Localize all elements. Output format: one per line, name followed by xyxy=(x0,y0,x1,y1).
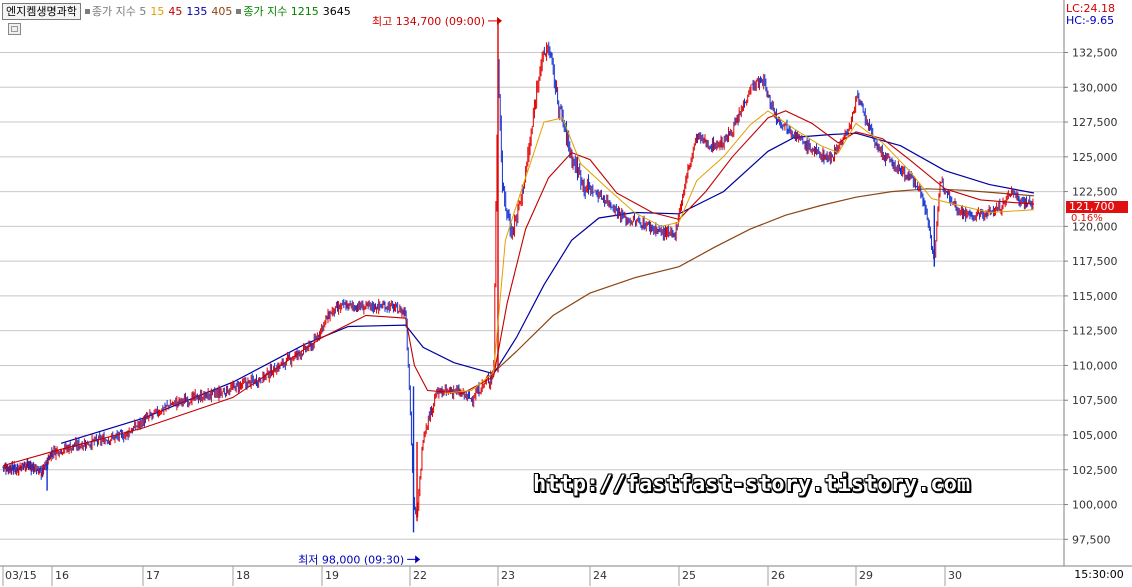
ma2-legend: 종가 지수 1215 xyxy=(236,3,319,19)
watermark-text: http://fastfast-story.tistory.com xyxy=(533,472,971,497)
legend-square-icon xyxy=(84,8,90,14)
x-tick-label: 25 xyxy=(682,569,696,582)
y-tick-label: 97,500 xyxy=(1072,533,1111,546)
high-annotation: 최고 134,700 (09:00) xyxy=(372,15,485,28)
ma-legend: 종가 지수 5 xyxy=(84,3,147,19)
x-tick-label: 23 xyxy=(501,569,515,582)
y-tick-label: 102,500 xyxy=(1072,464,1118,477)
x-tick-label: 19 xyxy=(325,569,339,582)
x-tick-label: 17 xyxy=(146,569,160,582)
y-tick-label: 115,000 xyxy=(1072,290,1118,303)
ma45-legend: 45 xyxy=(168,4,183,18)
chart-legend: 엔지켐생명과학 종가 지수 5 15 45 135 405 종가 지수 1215… xyxy=(2,2,351,20)
legend-square-icon xyxy=(236,8,242,14)
ma405-legend: 405 xyxy=(211,4,233,18)
y-tick-label: 130,000 xyxy=(1072,81,1118,94)
x-tick-label: 29 xyxy=(859,569,873,582)
ma15-legend: 15 xyxy=(150,4,165,18)
y-tick-label: 110,000 xyxy=(1072,359,1118,372)
y-tick-label: 127,500 xyxy=(1072,116,1118,129)
x-tick-label: 22 xyxy=(413,569,427,582)
ma-label: 종가 지수 5 xyxy=(91,5,147,18)
stock-chart[interactable]: 최고 134,700 (09:00) 최저 98,000 (09:30) 132,… xyxy=(0,0,1132,587)
y-tick-label: 132,500 xyxy=(1072,47,1118,60)
y-tick-label: 122,500 xyxy=(1072,186,1118,199)
chart-background xyxy=(0,0,1132,587)
stock-name[interactable]: 엔지켐생명과학 xyxy=(2,2,81,20)
y-tick-label: 105,000 xyxy=(1072,429,1118,442)
time-label: 15:30:00 xyxy=(1074,568,1124,581)
x-tick-label: 16 xyxy=(55,569,69,582)
hc-value: HC:-9.65 xyxy=(1066,14,1115,27)
y-tick-label: 107,500 xyxy=(1072,394,1118,407)
lc-hc-indicator: LC:24.18 HC:-9.65 xyxy=(1066,3,1115,27)
x-tick-label: 18 xyxy=(236,569,250,582)
x-tick-label: 26 xyxy=(771,569,785,582)
chart-toggle-button[interactable] xyxy=(8,23,21,35)
change-percent: 0.16% xyxy=(1071,213,1103,224)
x-tick-label: 03/15 xyxy=(5,569,37,582)
x-tick-label: 30 xyxy=(948,569,962,582)
current-price-tag: 121,700 xyxy=(1066,201,1128,213)
y-tick-label: 100,000 xyxy=(1072,499,1118,512)
ma2-value: 3645 xyxy=(322,4,351,18)
low-annotation: 최저 98,000 (09:30) xyxy=(298,553,404,566)
y-tick-label: 112,500 xyxy=(1072,325,1118,338)
ma135-legend: 135 xyxy=(186,4,208,18)
y-tick-label: 125,000 xyxy=(1072,151,1118,164)
y-tick-label: 117,500 xyxy=(1072,255,1118,268)
ma2-label: 종가 지수 1215 xyxy=(243,5,319,18)
y-axis: 132,500130,000127,500125,000122,500120,0… xyxy=(1064,47,1118,546)
x-tick-label: 24 xyxy=(593,569,607,582)
